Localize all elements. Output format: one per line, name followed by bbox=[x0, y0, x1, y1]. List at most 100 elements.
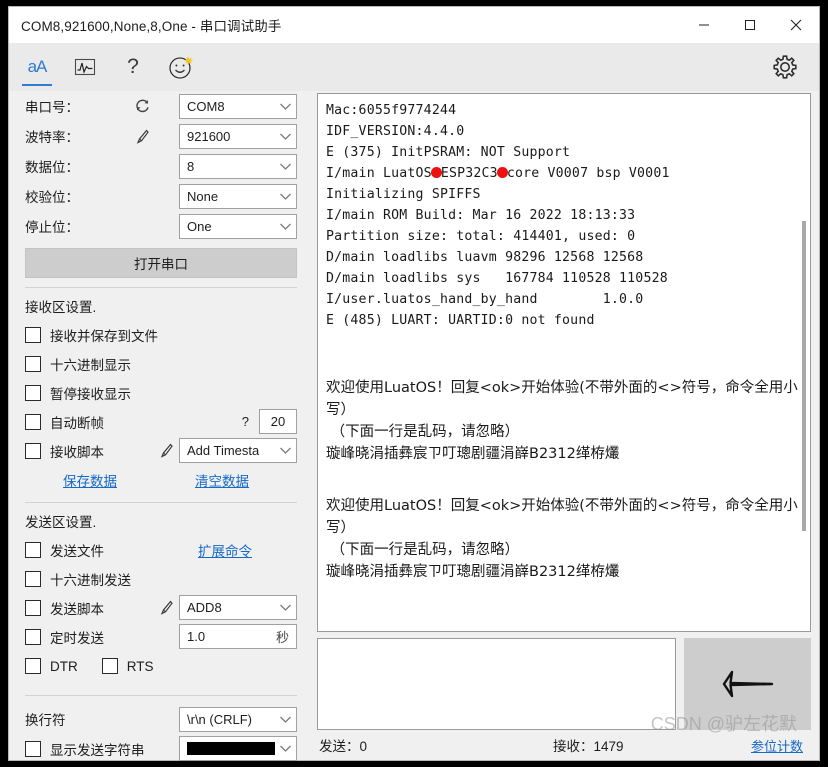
divider bbox=[25, 502, 297, 503]
save-to-file-checkbox[interactable] bbox=[25, 326, 41, 343]
pause-display-checkbox[interactable] bbox=[25, 384, 41, 401]
pen-icon[interactable] bbox=[129, 128, 155, 145]
terminal-line: Mac:6055f9774244 bbox=[326, 103, 457, 118]
terminal-line: E (375) InitPSRAM: NOT Support bbox=[326, 145, 571, 160]
receive-terminal[interactable]: Mac:6055f9774244 IDF_VERSION:4.4.0 E (37… bbox=[317, 93, 811, 632]
refresh-icon[interactable] bbox=[129, 98, 155, 115]
window-title: COM8,921600,None,8,One - 串口调试助手 bbox=[21, 19, 282, 34]
parity-row: 校验位： None bbox=[9, 181, 309, 211]
terminal-blank-gap bbox=[326, 465, 800, 495]
count-settings-link[interactable]: 参位计数 bbox=[751, 736, 803, 755]
send-file-checkbox[interactable] bbox=[25, 541, 41, 558]
terminal-blank-gap bbox=[326, 331, 800, 377]
divider bbox=[25, 287, 297, 288]
toolbar: aA ? bbox=[9, 43, 819, 91]
send-script-value: ADD8 bbox=[187, 600, 222, 615]
extend-command-link[interactable]: 扩展命令 bbox=[198, 540, 252, 560]
databits-select[interactable]: 8 bbox=[179, 153, 297, 179]
auto-frame-checkbox[interactable] bbox=[25, 413, 41, 430]
terminal-line: Partition size: total: 414401, used: 0 bbox=[326, 229, 636, 244]
send-script-label: 发送脚本 bbox=[50, 601, 104, 617]
chevron-down-icon bbox=[275, 219, 292, 234]
terminal-line: I/main ROM Build: Mar 16 2022 18:13:33 bbox=[326, 208, 636, 223]
newline-select[interactable]: \r\n (CRLF) bbox=[179, 706, 297, 732]
receive-section-title: 接收区设置. bbox=[25, 300, 97, 315]
parity-select[interactable]: None bbox=[179, 183, 297, 209]
font-icon[interactable]: aA bbox=[13, 43, 61, 91]
annot-middle: ESP32C3 bbox=[440, 166, 498, 181]
send-row bbox=[317, 638, 811, 730]
dtr-label: DTR bbox=[50, 658, 78, 674]
send-input[interactable] bbox=[317, 638, 676, 730]
timed-send-input[interactable]: 1.0 秒 bbox=[179, 624, 297, 649]
timed-send-checkbox[interactable] bbox=[25, 628, 41, 645]
databits-row: 数据位： 8 bbox=[9, 151, 309, 181]
close-button[interactable] bbox=[773, 7, 819, 43]
baud-value: 921600 bbox=[187, 128, 231, 144]
hex-send-row[interactable]: 十六进制发送 bbox=[9, 564, 309, 593]
terminal-block-a: 欢迎使用LuatOS！回复<ok>开始体验(不带外面的<>符号，命令全用小写） … bbox=[326, 380, 798, 462]
stopbits-label: 停止位： bbox=[25, 220, 79, 235]
waveform-icon[interactable] bbox=[61, 43, 109, 91]
hex-display-row[interactable]: 十六进制显示 bbox=[9, 349, 309, 378]
send-file-row: 发送文件 扩展命令 bbox=[9, 535, 309, 564]
send-plane-icon bbox=[722, 670, 773, 698]
chevron-down-icon bbox=[275, 99, 292, 114]
hex-display-checkbox[interactable] bbox=[25, 355, 41, 372]
recv-script-select[interactable]: Add Timesta bbox=[179, 438, 297, 463]
send-script-checkbox[interactable] bbox=[25, 599, 41, 616]
send-button[interactable] bbox=[684, 638, 811, 730]
open-port-button[interactable]: 打开串口 bbox=[25, 248, 297, 278]
stopbits-select[interactable]: One bbox=[179, 213, 297, 239]
terminal-scrollbar[interactable] bbox=[799, 96, 808, 629]
minimize-button[interactable] bbox=[681, 7, 727, 43]
baud-select[interactable]: 921600 bbox=[179, 123, 297, 149]
chevron-down-icon bbox=[275, 159, 292, 174]
timed-send-value: 1.0 bbox=[187, 629, 206, 644]
terminal-scrollbar-thumb[interactable] bbox=[802, 221, 806, 531]
hex-send-checkbox[interactable] bbox=[25, 570, 41, 587]
color-swatch bbox=[187, 742, 275, 755]
settings-gear-icon[interactable] bbox=[761, 43, 809, 91]
red-dot-annotation bbox=[496, 167, 508, 178]
show-send-string-label: 显示发送字符串 bbox=[50, 742, 145, 758]
timed-send-row: 定时发送 1.0 秒 bbox=[9, 622, 309, 651]
pen-icon[interactable] bbox=[153, 442, 179, 459]
terminal-line: I/user.luatos_hand_by_hand 1.0.0 bbox=[326, 292, 644, 307]
auto-frame-input[interactable]: 20 bbox=[259, 409, 297, 434]
send-script-row: 发送脚本 ADD8 bbox=[9, 593, 309, 622]
rts-checkbox[interactable] bbox=[101, 658, 118, 674]
maximize-button[interactable] bbox=[727, 7, 773, 43]
recv-script-value: Add Timesta bbox=[187, 443, 260, 458]
recv-script-checkbox[interactable] bbox=[25, 442, 41, 459]
clear-data-link[interactable]: 清空数据 bbox=[195, 470, 249, 490]
pen-icon[interactable] bbox=[153, 599, 179, 616]
show-send-string-checkbox[interactable] bbox=[25, 740, 41, 757]
auto-frame-row: 自动断帧 ? 20 bbox=[9, 407, 309, 436]
smiley-icon[interactable] bbox=[157, 43, 205, 91]
chevron-down-icon bbox=[275, 741, 292, 756]
chevron-down-icon bbox=[275, 129, 292, 144]
dtr-checkbox[interactable] bbox=[25, 658, 41, 674]
terminal-line: IDF_VERSION:4.4.0 bbox=[326, 124, 465, 139]
auto-frame-help-icon[interactable]: ? bbox=[242, 414, 259, 429]
save-data-link[interactable]: 保存数据 bbox=[63, 470, 117, 490]
databits-value: 8 bbox=[187, 158, 195, 174]
status-bar: 发送：0 接收：1479 参位计数 CSDN @驴左花默 bbox=[317, 714, 811, 760]
baud-row: 波特率： 921600 bbox=[9, 121, 309, 151]
auto-frame-label: 自动断帧 bbox=[50, 415, 104, 431]
recv-script-label: 接收脚本 bbox=[50, 444, 104, 460]
terminal-line: E (485) LUART: UARTID:0 not found bbox=[326, 313, 595, 328]
title-bar: COM8,921600,None,8,One - 串口调试助手 bbox=[9, 7, 819, 43]
font-icon-label: aA bbox=[27, 57, 48, 76]
help-icon[interactable]: ? bbox=[109, 43, 157, 91]
port-select[interactable]: COM8 bbox=[179, 93, 297, 119]
color-select[interactable] bbox=[179, 736, 297, 761]
save-to-file-row[interactable]: 接收并保存到文件 bbox=[9, 320, 309, 349]
sent-count: 发送：0 bbox=[319, 739, 368, 754]
pause-display-row[interactable]: 暂停接收显示 bbox=[9, 378, 309, 407]
send-script-select[interactable]: ADD8 bbox=[179, 595, 297, 620]
timed-send-label: 定时发送 bbox=[50, 630, 104, 646]
chevron-down-icon bbox=[275, 189, 292, 204]
red-dot-annotation bbox=[430, 167, 442, 178]
